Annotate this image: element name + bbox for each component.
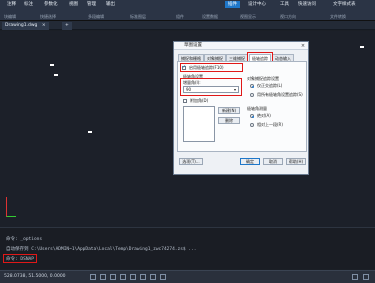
- ribbon-group-file-convert: 文件转换: [330, 14, 346, 19]
- object-snap-tracking-label: 对象捕捉追踪设置: [247, 76, 279, 81]
- ortho-only-radio[interactable]: [250, 84, 254, 88]
- menu-icon[interactable]: [363, 274, 369, 280]
- ribbon-group-quick-select: 快捷选择: [40, 14, 56, 19]
- lineweight-icon[interactable]: [150, 274, 156, 280]
- ribbon-tab-dimension[interactable]: 标注: [21, 1, 36, 8]
- tab-object-snap[interactable]: 对象捕捉: [204, 54, 226, 61]
- document-tab-bar: Drawing1.dwg × +: [0, 21, 375, 30]
- tracking-icon[interactable]: [140, 274, 146, 280]
- tab-dynamic-input[interactable]: 动态输入: [272, 54, 294, 61]
- object-snap-icon[interactable]: [130, 274, 136, 280]
- drawing-tab[interactable]: Drawing1.dwg ×: [2, 22, 49, 30]
- ribbon-group-view-display: 视图显示: [240, 14, 256, 19]
- canvas-mark: [50, 64, 54, 66]
- polar-measure-label: 极轴角测量: [247, 106, 267, 111]
- highlight-box: [180, 78, 242, 96]
- absolute-radio[interactable]: [250, 114, 254, 118]
- command-history-line: 命令: _options: [6, 237, 43, 242]
- dialog-title: 草图设置: [184, 43, 202, 48]
- canvas-mark: [360, 46, 364, 48]
- ribbon-tab-annotate[interactable]: 注释: [4, 1, 19, 8]
- options-button[interactable]: 选项(T)...: [179, 158, 203, 165]
- highlight-box: [180, 63, 243, 72]
- absolute-label: 绝对(A): [257, 113, 271, 118]
- all-polar-label: 用所有极轴角设置追踪(S): [257, 92, 303, 97]
- ribbon-tab-parametric[interactable]: 参数化: [41, 1, 61, 8]
- cancel-button[interactable]: 取消: [263, 158, 283, 165]
- additional-angle-list[interactable]: [183, 106, 215, 142]
- help-button[interactable]: 帮助(H): [286, 158, 306, 165]
- settings-icon[interactable]: [352, 274, 358, 280]
- ribbon-tab-quick-access[interactable]: 快速访问: [295, 1, 319, 8]
- additional-angle-checkbox[interactable]: [183, 99, 187, 103]
- close-icon[interactable]: ×: [300, 43, 306, 49]
- dialog-title-bar[interactable]: 草图设置 ×: [174, 42, 308, 50]
- ribbon-tab-view[interactable]: 视图: [66, 1, 81, 8]
- grid-icon[interactable]: [100, 274, 106, 280]
- delete-angle-button[interactable]: 删除: [218, 117, 240, 124]
- ribbon-group-standard-layer: 标准图层: [130, 14, 146, 19]
- ribbon-group-polyline-edit: 多段编辑: [88, 14, 104, 19]
- canvas-mark: [88, 131, 92, 133]
- command-window: 命令: _options 自动保存到 C:\Users\ADMIN~1\AppD…: [0, 227, 375, 269]
- ribbon-tab-plugins[interactable]: 插件: [225, 1, 240, 8]
- dynamic-input-icon[interactable]: [160, 274, 166, 280]
- canvas-mark: [54, 74, 58, 76]
- command-history-line: 自动保存到 C:\Users\ADMIN~1\AppData\Local\Tem…: [6, 247, 197, 252]
- ok-button[interactable]: 确定: [240, 158, 260, 165]
- snap-mode-icon[interactable]: [90, 274, 96, 280]
- new-tab-button[interactable]: +: [62, 22, 72, 30]
- ribbon-group-block-edit: 块编辑: [4, 14, 16, 19]
- coordinate-readout: 528.0738, 51.5000, 0.0000: [4, 274, 66, 279]
- all-polar-radio[interactable]: [250, 93, 254, 97]
- highlight-box: [3, 254, 37, 263]
- status-bar: 528.0738, 51.5000, 0.0000: [0, 270, 375, 283]
- additional-angle-label: 附加角(D): [190, 98, 209, 103]
- tab-3d-snap[interactable]: 三维捕捉: [226, 54, 248, 61]
- polar-icon[interactable]: [120, 274, 126, 280]
- ribbon-tab-manage[interactable]: 管理: [84, 1, 99, 8]
- ucs-icon: [6, 197, 16, 217]
- relative-label: 相对上一段(R): [257, 122, 283, 127]
- polar-tracking-panel: 启用极轴追踪(F10) 极轴角设置 增量角(I): 90 ▾ 附加角(D) 新建…: [177, 61, 307, 152]
- ribbon-tab-text-style[interactable]: 文字样式表: [330, 1, 359, 8]
- ribbon-group-settings-data: 设置数据: [202, 14, 218, 19]
- tab-snap-grid[interactable]: 捕捉和栅格: [178, 54, 204, 61]
- ortho-only-label: 仅正交追踪(L): [257, 83, 283, 88]
- drafting-settings-dialog: 草图设置 × 捕捉和栅格 对象捕捉 三维捕捉 极轴追踪 动态输入 启用极轴追踪(…: [173, 41, 309, 175]
- drawing-tab-label: Drawing1.dwg: [5, 23, 38, 28]
- ribbon-tab-output[interactable]: 输出: [103, 1, 118, 8]
- ribbon-group-components: 组件: [176, 14, 184, 19]
- close-icon[interactable]: ×: [42, 23, 46, 28]
- ribbon-tab-tools[interactable]: 工具: [277, 1, 292, 8]
- ortho-icon[interactable]: [110, 274, 116, 280]
- relative-radio[interactable]: [250, 123, 254, 127]
- new-angle-button[interactable]: 新建(N): [218, 107, 240, 114]
- ribbon-group-viewport: 视口方向: [280, 14, 296, 19]
- ribbon-tab-design-center[interactable]: 设计中心: [245, 1, 269, 8]
- ribbon: 注释 标注 参数化 视图 管理 输出 插件 设计中心 工具 快速访问 文字样式表…: [0, 0, 375, 21]
